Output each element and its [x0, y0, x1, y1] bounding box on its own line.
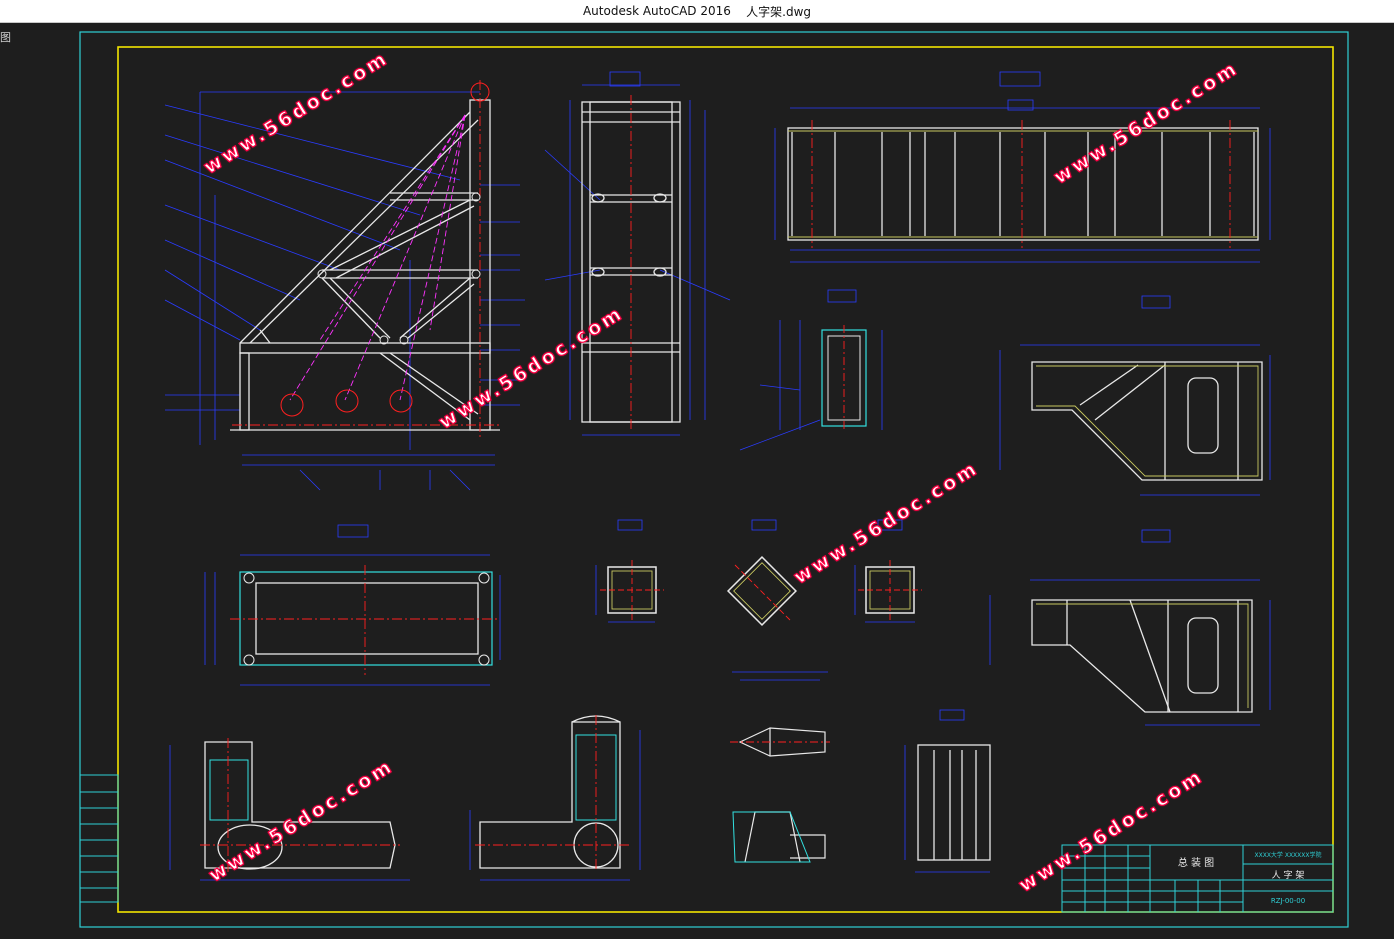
- title-block-part-name: 人 字 架: [1272, 869, 1305, 881]
- app-title: Autodesk AutoCAD 2016: [582, 4, 731, 18]
- title-block-school: XXXX大学 XXXXXX学院: [1254, 851, 1321, 859]
- file-name: 人字架.dwg: [746, 4, 812, 19]
- joint-details: [169, 709, 991, 881]
- window-title-bar: Autodesk AutoCAD 2016 人字架.dwg: [0, 0, 1394, 23]
- side-view: [544, 71, 731, 436]
- title-block-drawing-no: RZJ-00-00: [1271, 897, 1305, 905]
- revision-strip: [79, 774, 119, 903]
- main-truss-view: [164, 80, 525, 491]
- weld-details: [730, 671, 830, 863]
- section-long-rect: [204, 524, 501, 686]
- title-block-drawing-title: 总 装 图: [1178, 856, 1214, 869]
- gusset-detail-lower: [989, 529, 1271, 726]
- gusset-detail-upper: [999, 295, 1271, 496]
- section-small-box: [739, 289, 883, 451]
